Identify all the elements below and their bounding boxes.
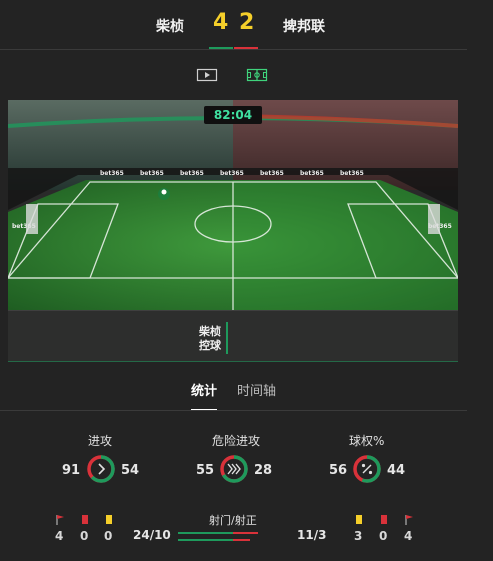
- play-screen-icon: [196, 68, 218, 82]
- away-red-cards: 0: [379, 529, 388, 543]
- shots-label: 射门/射正: [209, 514, 257, 527]
- dangerous-attacks-home: 55: [196, 463, 215, 478]
- away-team-name: 捭邦联: [283, 19, 325, 35]
- red-card-icon: [381, 515, 387, 524]
- possession-home: 56: [329, 463, 348, 478]
- ad-board-text: bet365: [180, 170, 204, 177]
- view-toggle: [0, 67, 467, 83]
- home-score: 4: [213, 10, 229, 35]
- tab-timeline[interactable]: 时间轴: [237, 380, 276, 399]
- dangerous-attacks-label: 危险进攻: [212, 434, 261, 448]
- match-field: bet365 bet365 bet365 bet365 bet365 bet36…: [8, 100, 458, 362]
- triple-chevron-icon: [227, 463, 241, 475]
- home-corners: 4: [55, 529, 64, 543]
- field-bottom-line: [8, 361, 458, 362]
- shots-home: 24/10: [133, 528, 171, 542]
- pitch-icon: [246, 68, 268, 82]
- attacks-away: 54: [121, 463, 140, 478]
- yellow-card-icon: [106, 515, 112, 524]
- shots-away: 11/3: [297, 528, 327, 542]
- attacks-label: 进攻: [88, 434, 113, 448]
- pitch-illustration: bet365 bet365 bet365 bet365 bet365 bet36…: [8, 100, 458, 310]
- shots-on-target-home-bar: [178, 539, 233, 541]
- dangerous-attacks-away: 28: [254, 463, 273, 478]
- ad-board-text: bet365: [100, 170, 124, 177]
- shots-total-home-bar: [178, 532, 233, 534]
- scoreboard: 柴桢 4 2 捭邦联: [0, 0, 467, 50]
- event-team-marker: [226, 322, 228, 354]
- shots-total-away-bar: [233, 532, 258, 534]
- away-corners: 4: [404, 529, 413, 543]
- corner-flag-icon: [56, 515, 64, 525]
- percent-icon: [361, 463, 373, 475]
- header-divider: [0, 49, 467, 50]
- match-clock: 82:04: [204, 106, 262, 124]
- ad-board-text: bet365: [220, 170, 244, 177]
- attacks-home: 91: [62, 463, 81, 478]
- shots-on-target-away-bar: [233, 539, 250, 541]
- tabs-divider: [0, 410, 467, 411]
- possession-away: 44: [387, 463, 406, 478]
- attacks-donut: [87, 455, 115, 483]
- event-text: 柴桢 控球: [199, 325, 221, 353]
- yellow-card-icon: [356, 515, 362, 524]
- ad-board-text: bet365: [340, 170, 364, 177]
- event-team: 柴桢: [199, 325, 221, 338]
- dangerous-attacks-donut: [220, 455, 248, 483]
- home-yellow-cards: 0: [104, 529, 113, 543]
- corner-flag-icon: [405, 515, 413, 525]
- home-red-cards: 0: [80, 529, 89, 543]
- tabs: 统计 时间轴: [0, 372, 467, 412]
- ad-board-text: bet365: [300, 170, 324, 177]
- away-yellow-cards: 3: [354, 529, 363, 543]
- video-view-button[interactable]: [196, 67, 218, 83]
- pitch-view-button[interactable]: [246, 67, 268, 83]
- ad-board-text: bet365: [260, 170, 284, 177]
- away-score: 2: [239, 10, 255, 35]
- red-card-icon: [82, 515, 88, 524]
- home-team-name: 柴桢: [156, 19, 184, 35]
- possession-label: 球权%: [349, 434, 385, 448]
- tab-stats[interactable]: 统计: [191, 380, 217, 399]
- possession-donut: [353, 455, 381, 483]
- chevron-right-icon: [98, 463, 106, 475]
- event-bar: 柴桢 控球: [8, 310, 458, 362]
- event-action: 控球: [199, 339, 221, 352]
- ad-board-text: bet365: [140, 170, 164, 177]
